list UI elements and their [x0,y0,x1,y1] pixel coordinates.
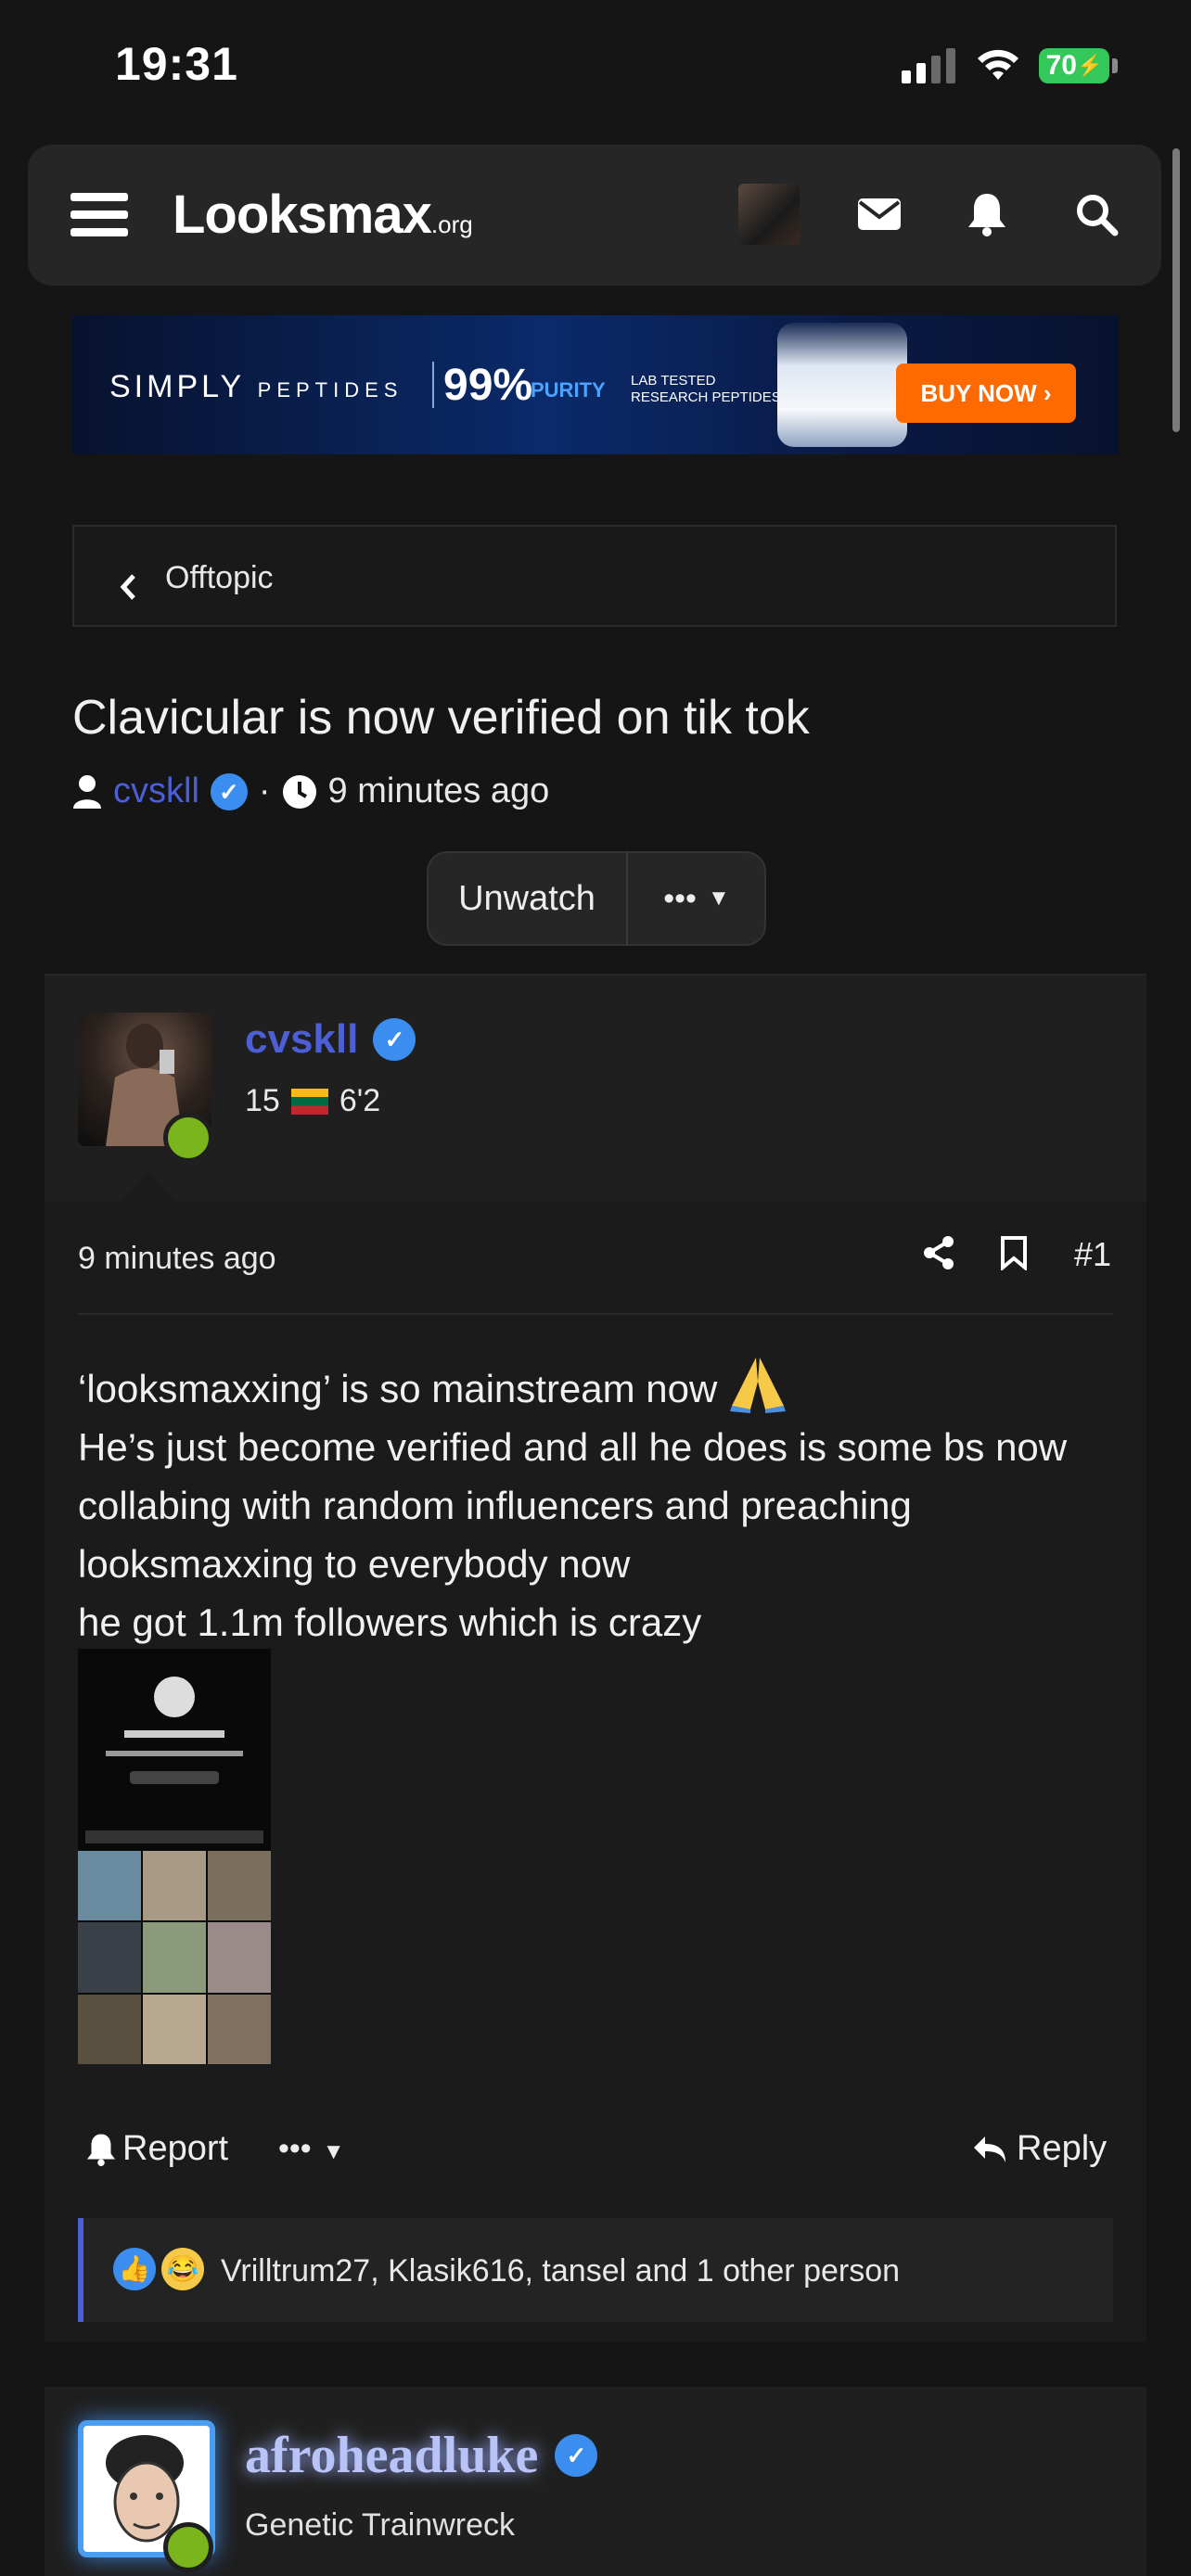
poster-age: 15 [245,1083,280,1118]
reply-arrow-icon [974,2136,1005,2162]
peptide-bottle-image [777,323,907,447]
user-avatar[interactable] [738,184,800,245]
battery-indicator: 70 ⚡ [1039,48,1109,83]
post-number[interactable]: #1 [1074,1235,1111,1274]
poster-height: 6'2 [339,1083,381,1118]
reply-button[interactable]: Reply [972,2129,1107,2169]
ad-lab-text: LAB TESTED RESEARCH PEPTIDES [631,373,781,406]
post-time[interactable]: 9 minutes ago [78,1241,276,1277]
menu-icon[interactable] [70,193,128,237]
verified-badge-icon: ✓ [373,1018,416,1061]
attachment-video-grid [78,1851,271,2064]
ad-brand-sub: PEPTIDES [257,378,403,402]
online-indicator [163,1113,213,1163]
logo-suffix: .org [430,210,473,238]
bell-icon[interactable] [956,184,1018,245]
cellular-signal-icon [902,46,957,83]
online-indicator [163,2522,213,2572]
attachment-profile-area [78,1649,271,1851]
post-pointer [121,1172,176,1202]
caret-down-icon: ▼ [707,886,730,911]
poster2-user-title: Genetic Trainwreck [245,2507,515,2543]
meta-separator: · [258,772,271,810]
envelope-icon[interactable] [849,184,910,245]
thread-time: 9 minutes ago [327,772,550,810]
button-divider [626,851,628,946]
poster-info: 15 6'2 [245,1083,380,1119]
post-divider [78,1313,1113,1315]
wifi-icon [978,49,1018,80]
ad-percent: 99% [443,361,533,410]
thread-author[interactable]: cvskll [113,772,199,811]
reaction-icons: 👍 😂 [113,2248,204,2290]
logo-text: Looksmax [173,185,432,245]
reactions-text[interactable]: Vrilltrum27, Klasik616, tansel and 1 oth… [221,2253,900,2289]
ad-brand: SIMPLY PEPTIDES [109,369,403,405]
share-icon[interactable] [922,1235,955,1279]
ad-brand-name: SIMPLY [109,369,246,404]
lithuania-flag-icon [290,1088,328,1115]
ad-lab-line2: RESEARCH PEPTIDES [631,389,781,405]
reply-label: Reply [1017,2129,1108,2168]
status-time: 19:31 [115,38,238,90]
tiktok-screenshot-attachment[interactable] [78,1649,271,2064]
ad-divider [432,362,434,408]
post-more-dots: ••• [278,2131,312,2166]
post-line-3: he got 1.1m followers which is crazy [78,1600,702,1644]
scrollbar[interactable] [1172,148,1180,432]
post-line-1-text: ‘looksmaxxing’ is so mainstream now [78,1367,718,1410]
thread-meta: cvskll ✓ · 9 minutes ago [72,772,549,811]
poster2-name[interactable]: afroheadluke ✓ [245,2426,598,2485]
folded-hands-emoji-icon [730,1358,787,1413]
site-logo[interactable]: Looksmax.org [173,184,473,246]
clock-icon [282,774,316,809]
ad-purity: PURITY [531,378,606,402]
poster2-username[interactable]: afroheadluke [245,2426,538,2485]
post-line-2: He’s just become verified and all he doe… [78,1425,1068,1586]
post-more-button[interactable]: ••• ▼ [278,2131,344,2167]
unwatch-button[interactable]: Unwatch [427,851,627,946]
post-line-1: ‘looksmaxxing’ is so mainstream now [78,1354,1108,1418]
verified-badge-icon: ✓ [210,772,248,810]
thread-title: Clavicular is now verified on tik tok [72,691,810,745]
ad-lab-line1: LAB TESTED [631,373,716,389]
ad-banner[interactable]: SIMPLY PEPTIDES 99% PURITY LAB TESTED RES… [72,315,1119,454]
like-reaction-icon: 👍 [113,2248,156,2290]
poster-username[interactable]: cvskll [245,1016,358,1063]
caret-down-icon: ▼ [322,2139,345,2164]
battery-level: 70 [1045,50,1077,81]
report-button[interactable]: Report [85,2129,228,2169]
breadcrumb-label[interactable]: Offtopic [165,560,274,596]
report-label: Report [122,2129,229,2168]
bell-icon [87,2134,115,2166]
user-icon [73,774,101,809]
poster-name[interactable]: cvskll ✓ [245,1016,416,1063]
chevron-left-icon [119,567,137,609]
bookmark-icon[interactable] [1000,1235,1028,1279]
verified-badge-icon: ✓ [555,2434,598,2477]
buy-now-button[interactable]: BUY NOW › [896,363,1076,423]
more-options-button[interactable]: ••• ▼ [629,851,764,946]
post-body: ‘looksmaxxing’ is so mainstream now He’s… [78,1354,1108,1651]
battery-tip [1112,58,1118,73]
search-icon[interactable] [1066,184,1127,245]
more-dots: ••• [663,880,697,916]
laughing-reaction-icon: 😂 [161,2248,204,2290]
